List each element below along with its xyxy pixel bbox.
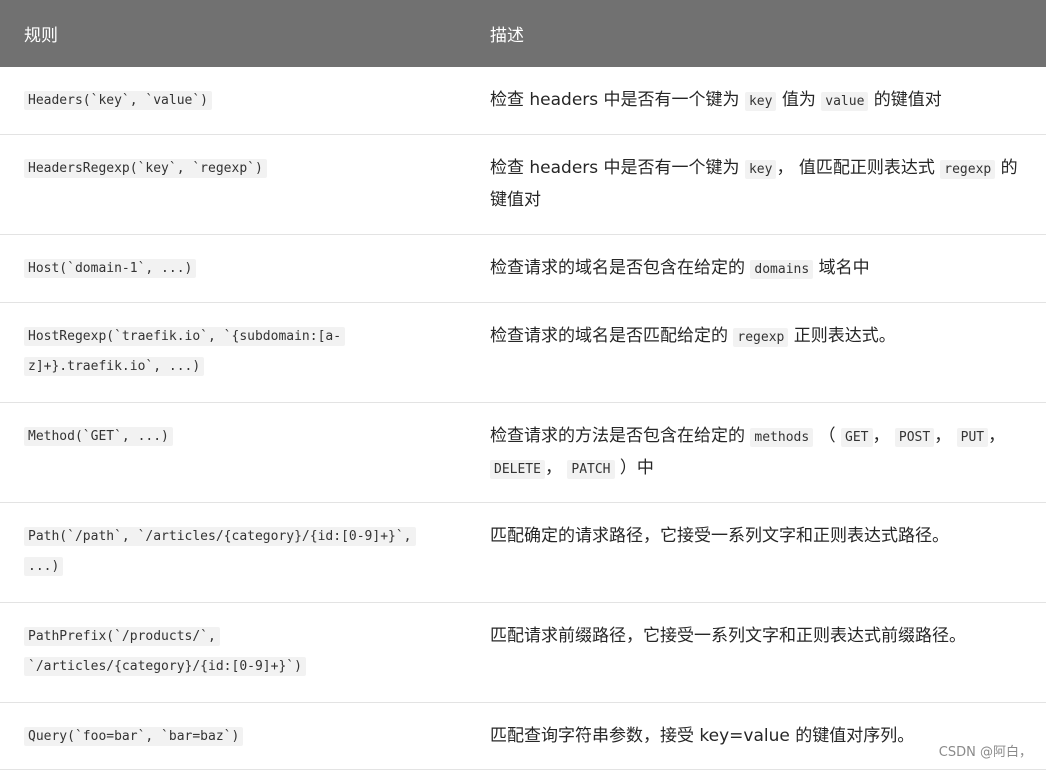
table-body: Headers(`key`, `value`) 检查 headers 中是否有一个… bbox=[0, 67, 1046, 770]
rule-cell: Query(`foo=bar`, `bar=baz`) bbox=[0, 703, 466, 769]
rule-code-line: ...) bbox=[24, 557, 64, 576]
inline-code: POST bbox=[894, 428, 935, 447]
description-text: 检查 headers 中是否有一个键为 bbox=[490, 90, 745, 110]
rule-code-line: Query(`foo=bar`, `bar=baz`) bbox=[24, 727, 244, 746]
table-header: 规则 描述 bbox=[0, 0, 1046, 67]
description-cell: 匹配请求前缀路径，它接受一系列文字和正则表达式前缀路径。 bbox=[466, 603, 1046, 702]
description-cell: 匹配确定的请求路径，它接受一系列文字和正则表达式路径。 bbox=[466, 503, 1046, 602]
header-rule: 规则 bbox=[24, 26, 58, 46]
inline-code: key bbox=[744, 160, 777, 179]
description-text: 域名中 bbox=[813, 258, 870, 278]
description-text: 匹配确定的请求路径，它接受一系列文字和正则表达式路径。 bbox=[490, 526, 949, 546]
watermark: CSDN @阿白， bbox=[936, 741, 1034, 760]
rule-code: HostRegexp(`traefik.io`, `{subdomain:[a-… bbox=[24, 322, 346, 382]
rule-code: PathPrefix(`/products/`, `/articles/{cate… bbox=[24, 622, 306, 682]
table-row: Query(`foo=bar`, `bar=baz`) 匹配查询字符串参数，接受 … bbox=[0, 703, 1046, 770]
rule-code-line: HeadersRegexp(`key`, `regexp`) bbox=[24, 159, 267, 178]
description-cell: 检查 headers 中是否有一个键为 key 值为 value 的键值对 bbox=[466, 67, 1046, 134]
rule-code: Host(`domain-1`, ...) bbox=[24, 254, 197, 284]
table-row: Headers(`key`, `value`) 检查 headers 中是否有一个… bbox=[0, 67, 1046, 135]
description-text: 检查请求的域名是否匹配给定的 bbox=[490, 326, 734, 346]
description-text: 检查 headers 中是否有一个键为 bbox=[490, 158, 745, 178]
rule-cell: HeadersRegexp(`key`, `regexp`) bbox=[0, 135, 466, 234]
rule-cell: PathPrefix(`/products/`, `/articles/{cate… bbox=[0, 603, 466, 702]
rule-code-line: `/articles/{category}/{id:[0-9]+}`) bbox=[24, 657, 306, 676]
inline-code: regexp bbox=[940, 160, 996, 179]
inline-code: GET bbox=[841, 428, 873, 447]
description-text: 匹配请求前缀路径，它接受一系列文字和正则表达式前缀路径。 bbox=[490, 626, 966, 646]
rule-cell: Path(`/path`, `/articles/{category}/{id:… bbox=[0, 503, 466, 602]
table-row: HostRegexp(`traefik.io`, `{subdomain:[a-… bbox=[0, 303, 1046, 403]
inline-code: methods bbox=[750, 428, 814, 447]
description-cell: 检查请求的域名是否包含在给定的 domains 域名中 bbox=[466, 235, 1046, 302]
rule-code-line: z]+}.traefik.io`, ...) bbox=[24, 357, 205, 376]
table-row: Path(`/path`, `/articles/{category}/{id:… bbox=[0, 503, 1046, 603]
description-text: ， bbox=[988, 426, 1006, 446]
description-text: ， bbox=[872, 426, 895, 446]
rule-cell: Method(`GET`, ...) bbox=[0, 403, 466, 502]
rule-code-line: Method(`GET`, ...) bbox=[24, 427, 173, 446]
inline-code: PUT bbox=[956, 428, 989, 447]
table-row: HeadersRegexp(`key`, `regexp`) 检查 headers… bbox=[0, 135, 1046, 235]
description-text: （ bbox=[813, 426, 842, 446]
description-text: ）中 bbox=[614, 458, 654, 478]
inline-code: domains bbox=[750, 260, 814, 279]
description-text: ， 值匹配正则表达式 bbox=[776, 158, 941, 178]
rule-cell: Host(`domain-1`, ...) bbox=[0, 235, 466, 302]
description-text: 检查请求的方法是否包含在给定的 bbox=[490, 426, 751, 446]
inline-code: PATCH bbox=[567, 460, 615, 479]
rule-code-line: Headers(`key`, `value`) bbox=[24, 91, 213, 110]
rule-code-line: HostRegexp(`traefik.io`, `{subdomain:[a- bbox=[24, 327, 346, 346]
inline-code: regexp bbox=[733, 328, 789, 347]
rule-code-line: Path(`/path`, `/articles/{category}/{id:… bbox=[24, 527, 416, 546]
description-text: 正则表达式。 bbox=[788, 326, 896, 346]
inline-code: DELETE bbox=[490, 460, 545, 479]
rule-code-line: Host(`domain-1`, ...) bbox=[24, 259, 197, 278]
inline-code: key bbox=[744, 92, 777, 111]
header-description: 描述 bbox=[490, 26, 524, 46]
rule-code-line: PathPrefix(`/products/`, bbox=[24, 627, 220, 646]
description-cell: 检查 headers 中是否有一个键为 key， 值匹配正则表达式 regexp… bbox=[466, 135, 1046, 234]
description-text: 匹配查询字符串参数，接受 key=value 的键值对序列。 bbox=[490, 726, 915, 746]
description-text: ， bbox=[544, 458, 568, 478]
inline-code: value bbox=[821, 92, 869, 111]
table-row: PathPrefix(`/products/`, `/articles/{cate… bbox=[0, 603, 1046, 703]
rule-code: Method(`GET`, ...) bbox=[24, 422, 173, 452]
rule-code: Query(`foo=bar`, `bar=baz`) bbox=[24, 722, 244, 752]
rule-code: Headers(`key`, `value`) bbox=[24, 86, 213, 116]
description-cell: 检查请求的域名是否匹配给定的 regexp 正则表达式。 bbox=[466, 303, 1046, 402]
table-row: Method(`GET`, ...) 检查请求的方法是否包含在给定的 method… bbox=[0, 403, 1046, 503]
description-text: 检查请求的域名是否包含在给定的 bbox=[490, 258, 751, 278]
description-text: 的键值对 bbox=[868, 90, 942, 110]
rule-cell: HostRegexp(`traefik.io`, `{subdomain:[a-… bbox=[0, 303, 466, 402]
rule-code: HeadersRegexp(`key`, `regexp`) bbox=[24, 154, 267, 184]
table-row: Host(`domain-1`, ...) 检查请求的域名是否包含在给定的 dom… bbox=[0, 235, 1046, 303]
description-cell: 检查请求的方法是否包含在给定的 methods （ GET， POST， PUT… bbox=[466, 403, 1046, 502]
rules-table: 规则 描述 Headers(`key`, `value`) 检查 headers … bbox=[0, 0, 1046, 770]
description-text: 值为 bbox=[776, 90, 822, 110]
rule-cell: Headers(`key`, `value`) bbox=[0, 67, 466, 134]
description-text: ， bbox=[934, 426, 957, 446]
rule-code: Path(`/path`, `/articles/{category}/{id:… bbox=[24, 522, 416, 582]
